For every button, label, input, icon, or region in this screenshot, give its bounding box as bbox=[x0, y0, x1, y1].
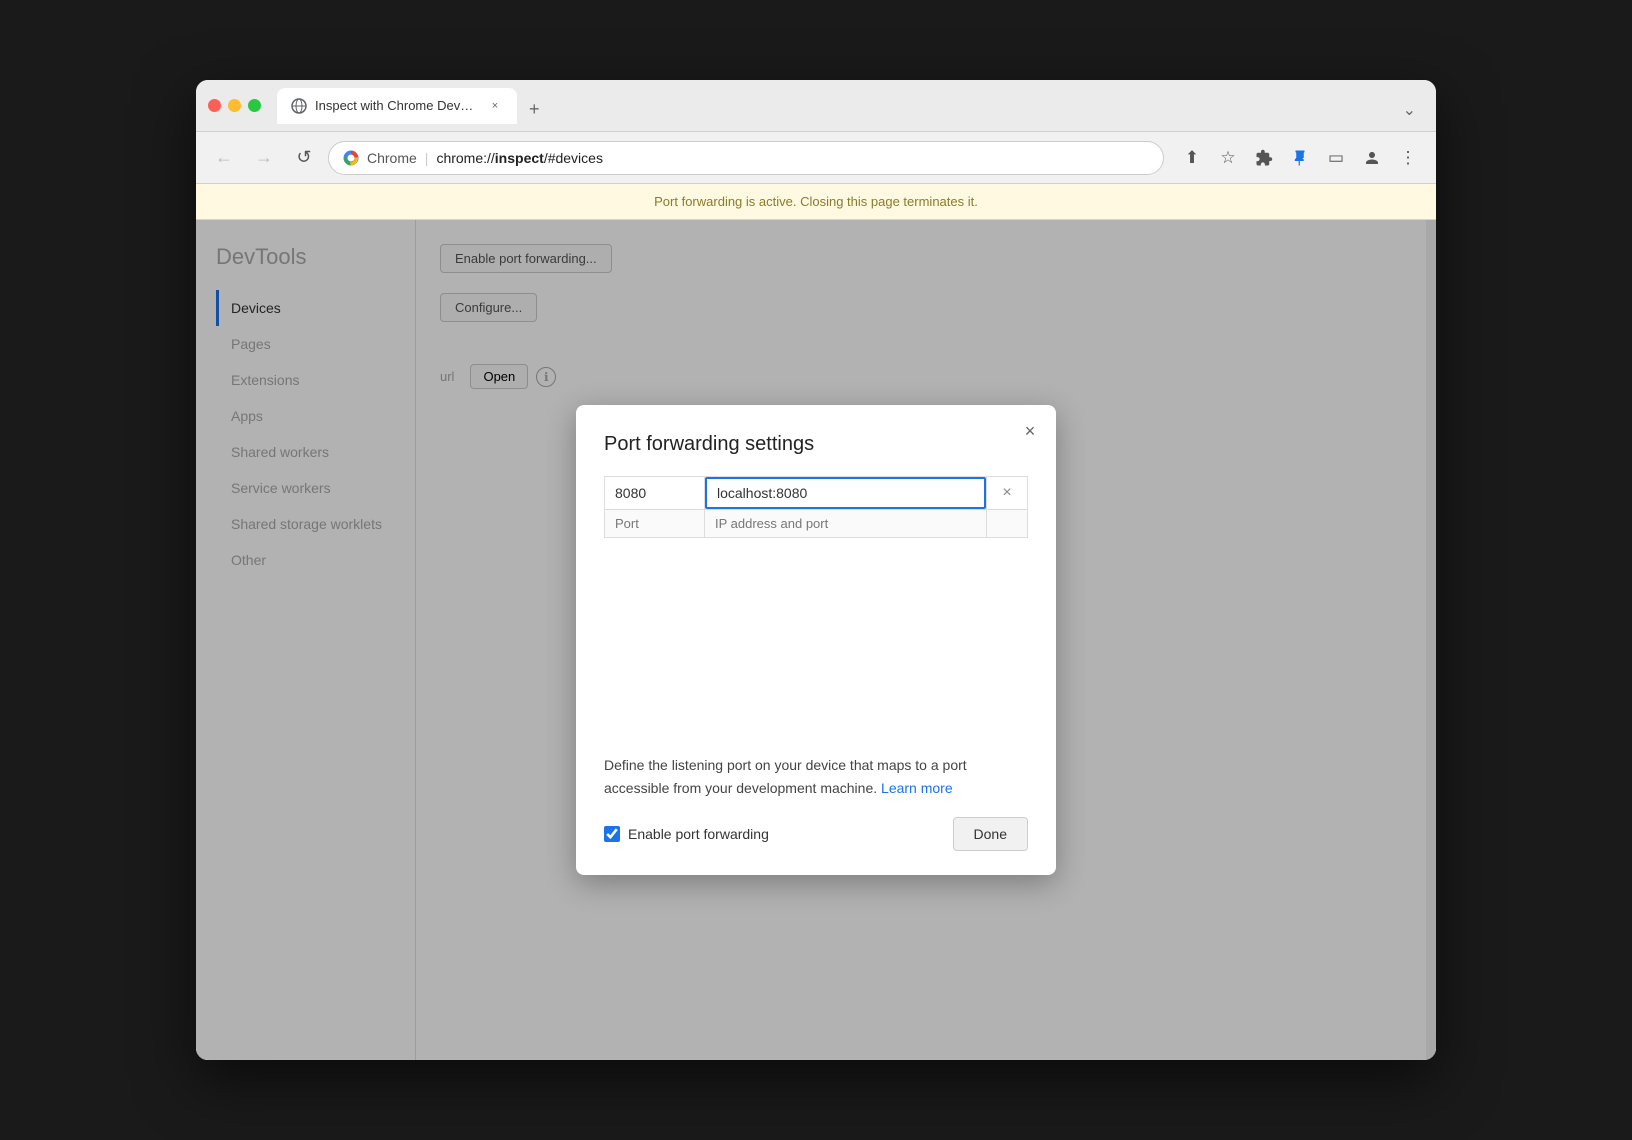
omnibox-actions: ⬆ ☆ ▭ ⋮ bbox=[1176, 142, 1424, 174]
tab-label: Inspect with Chrome Develope bbox=[315, 98, 479, 113]
active-tab[interactable]: Inspect with Chrome Develope × bbox=[277, 88, 517, 124]
omnibox-chrome-label: Chrome bbox=[367, 150, 417, 166]
port-forwarding-empty-area bbox=[604, 554, 1028, 754]
devtools-pin-button[interactable] bbox=[1284, 142, 1316, 174]
tab-favicon-icon bbox=[291, 98, 307, 114]
pin-icon bbox=[1291, 149, 1309, 167]
tab-bar: Inspect with Chrome Develope × + ⌄ bbox=[277, 88, 1424, 124]
delete-entry-button[interactable]: × bbox=[987, 478, 1027, 508]
modal-bottom-row: Enable port forwarding Done bbox=[604, 817, 1028, 851]
modal-overlay: × Port forwarding settings bbox=[196, 220, 1436, 1060]
enable-port-forwarding-checkbox[interactable] bbox=[604, 826, 620, 842]
title-bar: Inspect with Chrome Develope × + ⌄ bbox=[196, 80, 1436, 132]
toolbar: ← → ↺ Chrome | chrome://inspect/#devices… bbox=[196, 132, 1436, 184]
omnibox-url-bold: inspect bbox=[495, 150, 544, 166]
delete-cell: × bbox=[987, 477, 1028, 510]
reload-button[interactable]: ↺ bbox=[288, 142, 320, 174]
extensions-button[interactable] bbox=[1248, 142, 1280, 174]
port-input[interactable] bbox=[605, 477, 704, 509]
close-window-button[interactable] bbox=[208, 99, 221, 112]
port-cell bbox=[605, 477, 705, 510]
bookmark-button[interactable]: ☆ bbox=[1212, 142, 1244, 174]
modal-title: Port forwarding settings bbox=[604, 433, 1028, 456]
share-button[interactable]: ⬆ bbox=[1176, 142, 1208, 174]
port-forwarding-banner: Port forwarding is active. Closing this … bbox=[196, 184, 1436, 220]
address-header-label: IP address and port bbox=[715, 516, 828, 531]
modal-description: Define the listening port on your device… bbox=[604, 754, 1028, 799]
omnibox-separator: | bbox=[425, 150, 429, 166]
back-button[interactable]: ← bbox=[208, 142, 240, 174]
port-forwarding-modal: × Port forwarding settings bbox=[576, 405, 1056, 875]
extensions-icon bbox=[1255, 149, 1273, 167]
address-input[interactable] bbox=[705, 477, 986, 509]
omnibox-url: chrome://inspect/#devices bbox=[436, 150, 1149, 166]
minimize-window-button[interactable] bbox=[228, 99, 241, 112]
port-forwarding-header-row: Port IP address and port bbox=[605, 510, 1028, 538]
forward-button[interactable]: → bbox=[248, 142, 280, 174]
enable-port-forwarding-checkbox-label[interactable]: Enable port forwarding bbox=[604, 826, 769, 842]
modal-close-button[interactable]: × bbox=[1016, 417, 1044, 445]
delete-header-cell bbox=[987, 510, 1028, 538]
sidebar-button[interactable]: ▭ bbox=[1320, 142, 1352, 174]
chrome-logo-icon bbox=[343, 150, 359, 166]
browser-window: Inspect with Chrome Develope × + ⌄ ← → ↺… bbox=[196, 80, 1436, 1060]
browser-content: Port forwarding is active. Closing this … bbox=[196, 184, 1436, 1060]
port-forwarding-table: × Port IP address and port bbox=[604, 476, 1028, 538]
maximize-window-button[interactable] bbox=[248, 99, 261, 112]
traffic-lights bbox=[208, 99, 261, 112]
banner-text: Port forwarding is active. Closing this … bbox=[654, 194, 978, 209]
address-header-cell: IP address and port bbox=[705, 510, 987, 538]
tab-close-button[interactable]: × bbox=[487, 98, 503, 114]
port-header-label: Port bbox=[615, 516, 639, 531]
learn-more-link[interactable]: Learn more bbox=[881, 780, 953, 796]
new-tab-button[interactable]: + bbox=[521, 95, 548, 124]
address-cell bbox=[705, 477, 987, 510]
port-header-cell: Port bbox=[605, 510, 705, 538]
omnibox[interactable]: Chrome | chrome://inspect/#devices bbox=[328, 141, 1164, 175]
profile-icon bbox=[1363, 149, 1381, 167]
checkbox-label-text: Enable port forwarding bbox=[628, 826, 769, 842]
page-content: DevTools Devices Pages Extensions Apps bbox=[196, 220, 1436, 1060]
port-forwarding-entry-row: × bbox=[605, 477, 1028, 510]
tab-list-button[interactable]: ⌄ bbox=[1395, 96, 1424, 124]
done-button[interactable]: Done bbox=[953, 817, 1028, 851]
profile-button[interactable] bbox=[1356, 142, 1388, 174]
menu-button[interactable]: ⋮ bbox=[1392, 142, 1424, 174]
